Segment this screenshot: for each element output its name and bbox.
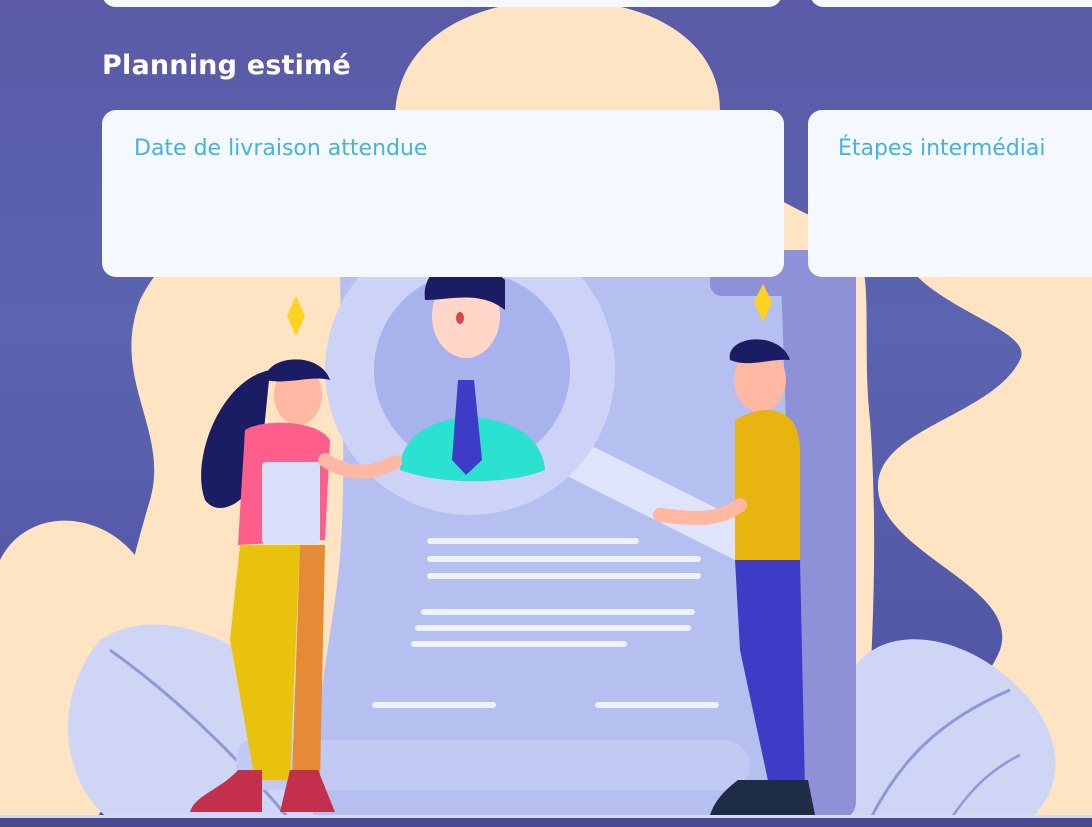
top-card-right — [810, 0, 1092, 7]
bottom-strip — [0, 815, 1092, 827]
top-card-left — [102, 0, 782, 7]
milestones-label: Étapes intermédiai — [838, 136, 1046, 161]
delivery-date-field[interactable]: Date de livraison attendue — [102, 110, 784, 277]
section-title: Planning estimé — [102, 50, 351, 81]
milestones-field[interactable]: Étapes intermédiai — [808, 110, 1092, 277]
delivery-date-label: Date de livraison attendue — [134, 136, 428, 161]
